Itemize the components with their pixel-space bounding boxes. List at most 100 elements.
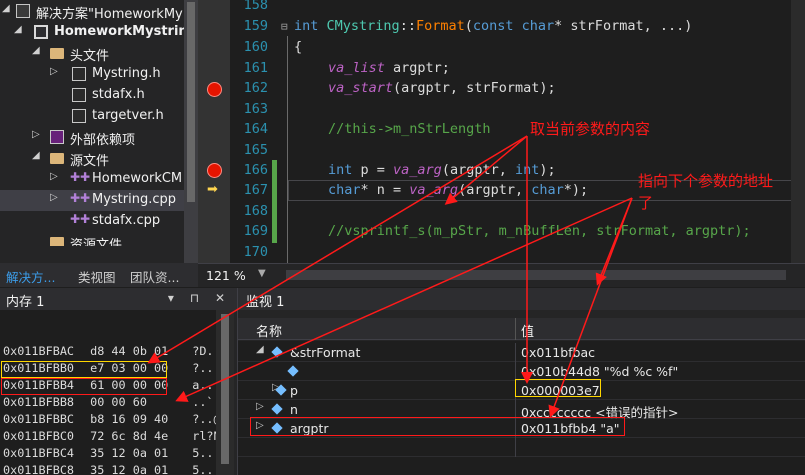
- tree-item-project[interactable]: ◢ HomeworkMystrin: [0, 22, 188, 43]
- collapse-icon[interactable]: ◢: [2, 3, 10, 14]
- code-token: (argptr,: [441, 162, 515, 178]
- tree-item-header-files[interactable]: ◢ 头文件: [0, 43, 184, 64]
- memory-address: 0x011BFBAC: [3, 344, 75, 358]
- watch-grid[interactable]: ◢ &strFormat 0x011bfbac 0x010b44d8 "%d %…: [238, 341, 805, 475]
- scrollbar-thumb[interactable]: [221, 314, 229, 464]
- memory-ascii: ..`: [192, 395, 214, 409]
- breakpoint-margin[interactable]: ➡: [198, 0, 230, 263]
- tree-item-stdafx-h[interactable]: stdafx.h: [0, 85, 184, 106]
- breakpoint-icon[interactable]: [207, 163, 222, 178]
- horizontal-scrollbar[interactable]: [286, 270, 786, 280]
- memory-ascii: ?...: [192, 361, 216, 375]
- tree-item-label: targetver.h: [92, 108, 164, 123]
- tree-item-label: Mystring.cpp: [92, 192, 177, 207]
- solution-explorer-scrollbar[interactable]: [184, 0, 198, 263]
- tree-item-mystring-h[interactable]: ▷ Mystring.h: [0, 64, 184, 85]
- tree-item-source-files[interactable]: ◢ 源文件: [0, 148, 184, 169]
- tab-solution-explorer[interactable]: 解决方...: [6, 267, 55, 286]
- tree-item-solution[interactable]: ◢ 解决方案"HomeworkMy: [0, 1, 184, 22]
- tab-team-explorer[interactable]: 团队资...: [130, 267, 179, 286]
- code-token: );: [539, 162, 556, 178]
- expand-icon[interactable]: ▷: [256, 420, 264, 431]
- expand-icon[interactable]: ▷: [50, 171, 58, 182]
- scrollbar-thumb[interactable]: [187, 2, 195, 202]
- tree-item-stdafx-cpp[interactable]: ✚✚ stdafx.cpp: [0, 211, 184, 232]
- cpp-file-icon: ✚✚: [70, 212, 91, 226]
- memory-bytes: 35 12 0a 01: [90, 463, 169, 475]
- code-token: p =: [352, 162, 394, 178]
- header-file-icon: [72, 88, 86, 102]
- line-number: 170: [243, 244, 268, 260]
- watch-row[interactable]: ▷ argptr 0x011bfbb4 "a": [238, 419, 805, 438]
- code-token: char: [328, 182, 361, 198]
- variable-icon: [271, 403, 283, 415]
- collapse-icon[interactable]: ◢: [256, 344, 264, 355]
- collapse-icon[interactable]: ◢: [32, 45, 40, 56]
- column-divider: [515, 343, 516, 362]
- expand-icon[interactable]: ▷: [50, 66, 58, 77]
- code-token: va_arg: [409, 182, 459, 198]
- line-number: 165: [243, 142, 268, 158]
- column-divider: [515, 362, 516, 381]
- tree-item-label: HomeworkCM: [92, 171, 183, 186]
- memory-ascii: a...: [192, 378, 216, 392]
- expand-icon[interactable]: ▷: [32, 129, 40, 140]
- window-controls[interactable]: ▾ ⊓ ✕: [168, 291, 231, 305]
- tree-item-label: stdafx.h: [92, 87, 145, 102]
- memory-grid[interactable]: 0x011BFBAC d8 44 0b 01 ?D.. 0x011BFBB0 e…: [0, 310, 216, 475]
- tree-item-resource-files[interactable]: 资源文件: [0, 232, 184, 246]
- memory-row: 0x011BFBB8 00 00 60 ..`: [3, 395, 214, 412]
- column-header-value[interactable]: 值: [521, 321, 534, 340]
- solution-explorer-tabs: 解决方... 类视图 团队资...: [0, 263, 198, 287]
- watch-row[interactable]: ▷ n 0xcccccccc <错误的指针>: [238, 400, 805, 420]
- memory-scrollbar[interactable]: [216, 310, 234, 475]
- code-token: int: [294, 18, 319, 34]
- tree-item-homeworkcm[interactable]: ▷ ✚✚ HomeworkCM: [0, 169, 184, 190]
- code-line-161: va_list argptr;: [328, 60, 450, 76]
- change-indicator: [272, 160, 277, 181]
- zoom-level[interactable]: 121 %: [206, 268, 246, 283]
- editor-scrollbar[interactable]: [791, 0, 805, 263]
- code-editor[interactable]: ➡ 158 159 160 161 162 163 164 165 166 16…: [198, 0, 805, 263]
- collapse-icon[interactable]: ◢: [32, 150, 40, 161]
- memory-ascii: ?..@: [192, 412, 216, 426]
- watch-window: 监视 1 名称 值 ◢ &strFormat 0x011bfbac 0x010b…: [237, 288, 805, 475]
- collapse-icon[interactable]: ◢: [14, 24, 22, 35]
- memory-bytes: 35 12 0a 01: [90, 446, 169, 460]
- expand-icon[interactable]: ▷: [256, 401, 264, 412]
- instruction-pointer-icon: ➡: [207, 182, 218, 197]
- memory-ascii: rl?N: [192, 429, 216, 443]
- watch-value: 0x011bfbac: [521, 345, 596, 360]
- memory-window-titlebar: 内存 1 ▾ ⊓ ✕: [0, 288, 237, 310]
- watch-row[interactable]: 0x010b44d8 "%d %c %f": [238, 362, 805, 381]
- code-token: * n =: [360, 182, 410, 198]
- memory-row: 0x011BFBC4 35 12 0a 01 5...: [3, 446, 216, 463]
- code-token: Format: [415, 18, 465, 34]
- tree-item-targetver-h[interactable]: targetver.h: [0, 106, 184, 127]
- tree-item-mystring-cpp[interactable]: ▷ ✚✚ Mystring.cpp: [0, 190, 184, 211]
- code-line-166: int p = va_arg(argptr, int);: [328, 162, 556, 178]
- column-divider[interactable]: [515, 318, 516, 340]
- column-header-name[interactable]: 名称: [256, 321, 282, 340]
- watch-row[interactable]: ◢ &strFormat 0x011bfbac: [238, 343, 805, 362]
- memory-bytes: e7 03 00 00: [90, 361, 169, 375]
- chevron-down-icon[interactable]: ▼: [258, 268, 266, 279]
- tree-item-external-deps[interactable]: ▷ 外部依赖项: [0, 127, 184, 148]
- breakpoint-icon[interactable]: [207, 82, 222, 97]
- watch-column-headers: 名称 值: [238, 318, 805, 340]
- watch-row[interactable]: ▷ p 0x000003e7: [238, 381, 805, 400]
- expand-icon[interactable]: ▷: [50, 192, 58, 203]
- code-line-162: va_start(argptr, strFormat);: [328, 80, 556, 96]
- memory-row: 0x011BFBB0 e7 03 00 00 ?...: [3, 361, 216, 378]
- line-number: 169: [243, 223, 268, 239]
- watch-value: 0x011bfbb4 "a": [521, 421, 620, 436]
- memory-ascii: 5...: [192, 463, 216, 475]
- collapse-region-icon[interactable]: ⊟: [281, 20, 288, 33]
- code-token: va_arg: [393, 162, 442, 178]
- variable-icon: [287, 365, 299, 377]
- watch-row-empty[interactable]: [238, 438, 805, 457]
- tab-class-view[interactable]: 类视图: [78, 267, 116, 286]
- memory-address: 0x011BFBC4: [3, 446, 75, 460]
- project-icon: [34, 25, 48, 39]
- memory-ascii: ?D..: [192, 344, 216, 358]
